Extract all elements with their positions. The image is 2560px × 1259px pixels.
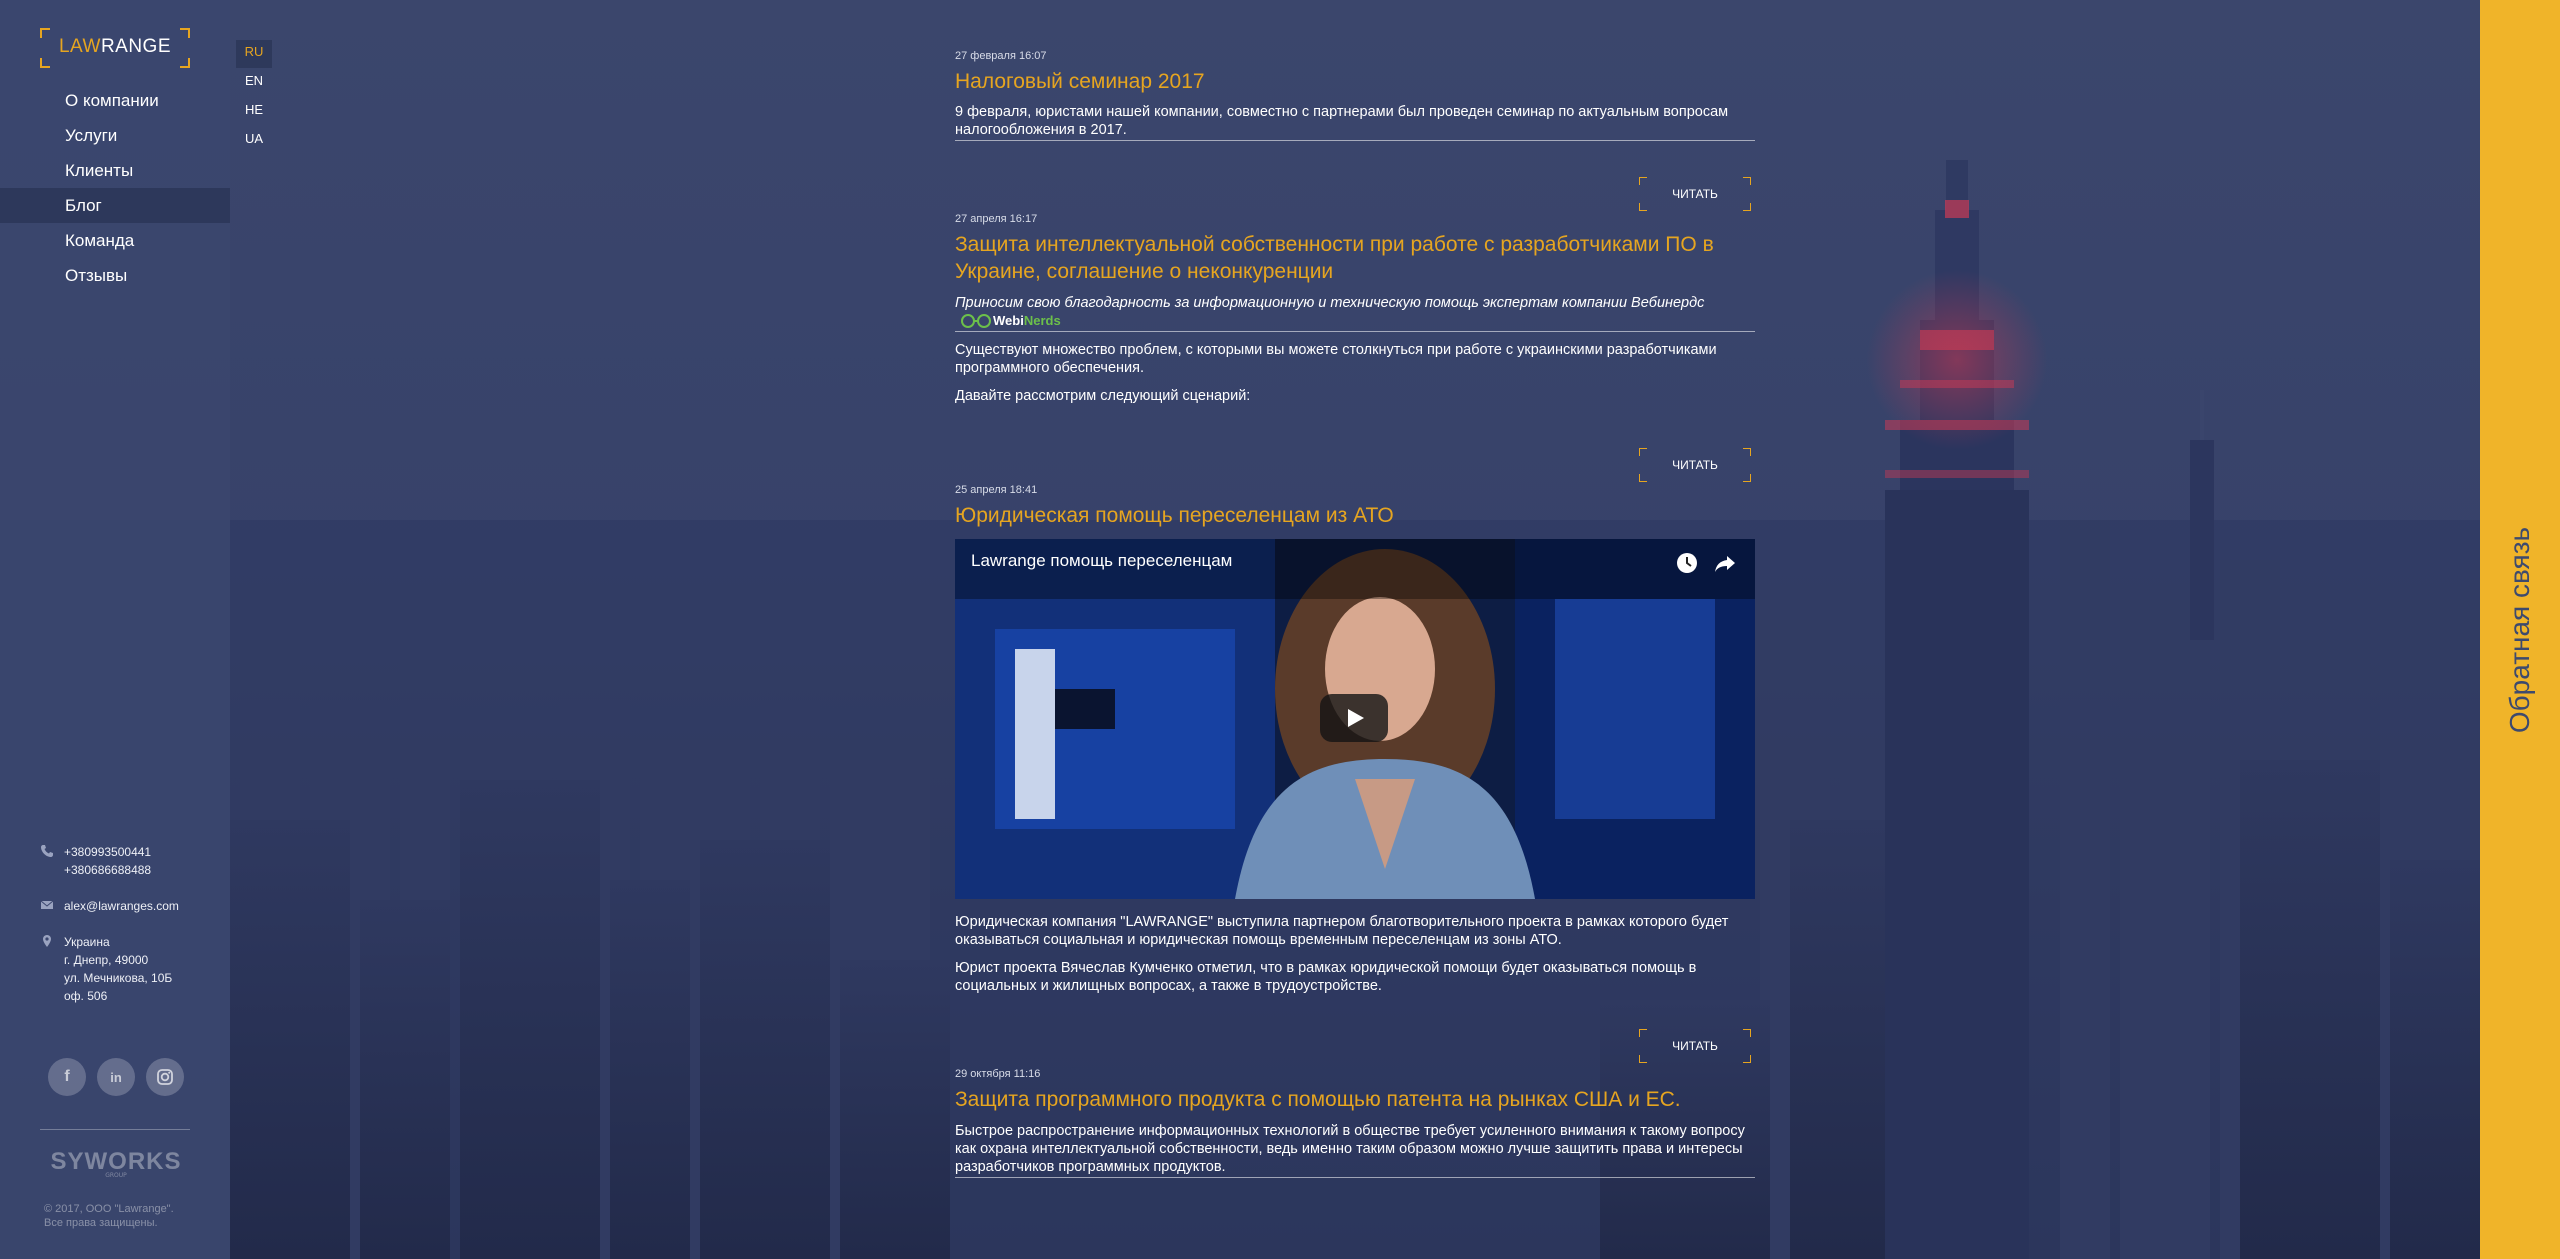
social-links: f in [48, 1058, 184, 1096]
logo[interactable]: LAWRANGE [40, 28, 190, 68]
post-date: 25 апреля 18:41 [955, 484, 1038, 496]
nav-item-services[interactable]: Услуги [0, 118, 230, 153]
contact-email: alex@lawranges.com [40, 897, 230, 915]
webinerds-glasses-icon [961, 314, 991, 329]
post-text: Юридическая компания "LAWRANGE" выступил… [955, 914, 1729, 948]
read-more-button[interactable]: ЧИТАТЬ [1639, 177, 1751, 211]
btn-corner [1743, 1029, 1751, 1037]
btn-corner [1639, 203, 1647, 211]
address-line: ул. Мечникова, 10Б [64, 971, 173, 985]
btn-corner [1743, 448, 1751, 456]
instagram-icon[interactable] [146, 1058, 184, 1096]
logo-corner [40, 58, 50, 68]
logo-range: RANGE [100, 36, 172, 57]
nav-item-about[interactable]: О компании [0, 83, 230, 118]
nav-item-blog[interactable]: Блог [0, 188, 230, 223]
syworks-sub: GROUP [105, 1172, 127, 1179]
play-button[interactable] [1320, 694, 1388, 742]
main-nav: О компании Услуги Клиенты Блог Команда О… [0, 83, 230, 293]
webinerds-logo[interactable]: Webi Nerds [959, 312, 1061, 330]
video-title[interactable]: Lawrange помощь переселенцам [971, 551, 1232, 571]
contact-address: Украина г. Днепр, 49000 ул. Мечникова, 1… [40, 933, 230, 1005]
contacts: +380993500441 +380686688488 alex@lawrang… [40, 843, 230, 1023]
phone-icon [41, 845, 53, 857]
copyright: © 2017, ООО "Lawrange". Все права защище… [44, 1202, 174, 1230]
btn-corner [1743, 203, 1751, 211]
linkedin-icon[interactable]: in [97, 1058, 135, 1096]
mail-icon [40, 900, 54, 909]
btn-corner [1639, 448, 1647, 456]
facebook-icon[interactable]: f [48, 1058, 86, 1096]
post-text: Быстрое распространение информационных т… [955, 1122, 1755, 1178]
blog-post: 25 апреля 18:41 Юридическая помощь перес… [955, 484, 1755, 1063]
post-title[interactable]: Юридическая помощь переселенцам из АТО [955, 502, 1755, 529]
btn-corner [1639, 177, 1647, 185]
email-link[interactable]: alex@lawranges.com [64, 897, 230, 915]
nav-item-reviews[interactable]: Отзывы [0, 258, 230, 293]
feedback-tab[interactable]: Обратная связь [2480, 0, 2560, 1259]
share-icon[interactable] [1711, 549, 1739, 577]
address-line: оф. 506 [64, 989, 108, 1003]
sidebar: LAWRANGE О компании Услуги Клиенты Блог … [0, 0, 230, 1259]
webinerds-a: Webi [993, 313, 1024, 329]
thanks-text: Приносим свою благодарность за информаци… [955, 295, 1705, 311]
copyright-line: © 2017, ООО "Lawrange". [44, 1203, 174, 1215]
post-text: Юрист проекта Вячеслав Кумченко отметил,… [955, 960, 1697, 994]
btn-corner [1743, 1055, 1751, 1063]
post-date: 27 апреля 16:17 [955, 213, 1038, 225]
read-more-label: ЧИТАТЬ [1672, 458, 1718, 472]
post-date: 27 февраля 16:07 [955, 50, 1047, 62]
feedback-label: Обратная связь [2504, 526, 2535, 734]
logo-law: LAW [58, 36, 101, 57]
nav-item-clients[interactable]: Клиенты [0, 153, 230, 188]
lang-ua[interactable]: UA [236, 127, 272, 155]
read-more-label: ЧИТАТЬ [1672, 1039, 1718, 1053]
btn-corner [1743, 177, 1751, 185]
lang-ru[interactable]: RU [236, 40, 272, 68]
video-player[interactable]: Lawrange помощь переселенцам [955, 539, 1755, 899]
blog-post: 27 февраля 16:07 Налоговый семинар 2017 … [955, 50, 1755, 211]
phone-1[interactable]: +380993500441 [64, 843, 230, 861]
address-line: Украина [64, 935, 110, 949]
read-more-label: ЧИТАТЬ [1672, 187, 1718, 201]
post-thanks: Приносим свою благодарность за информаци… [955, 294, 1755, 333]
post-date: 29 октября 11:16 [955, 1068, 1041, 1080]
btn-corner [1639, 1055, 1647, 1063]
btn-corner [1639, 474, 1647, 482]
instagram-glyph [157, 1069, 173, 1085]
contact-phones: +380993500441 +380686688488 [40, 843, 230, 879]
logo-text: LAWRANGE [40, 36, 190, 58]
lang-en[interactable]: EN [236, 69, 272, 97]
copyright-line: Все права защищены. [44, 1217, 158, 1229]
post-title[interactable]: Защита интеллектуальной собственности пр… [955, 231, 1755, 285]
webinerds-b: Nerds [1023, 313, 1061, 329]
lang-he[interactable]: HE [236, 98, 272, 126]
blog-post: 29 октября 11:16 Защита программного про… [955, 1068, 1755, 1178]
btn-corner [1743, 474, 1751, 482]
post-title[interactable]: Защита программного продукта с помощью п… [955, 1086, 1755, 1113]
language-switcher: RU EN HE UA [236, 40, 274, 156]
logo-corner [180, 58, 190, 68]
btn-corner [1639, 1029, 1647, 1037]
watch-later-icon[interactable] [1673, 549, 1701, 577]
blog-post: 27 апреля 16:17 Защита интеллектуальной … [955, 213, 1755, 482]
post-text: Существуют множество проблем, с которыми… [955, 342, 1717, 377]
nav-item-team[interactable]: Команда [0, 223, 230, 258]
address-line: г. Днепр, 49000 [64, 953, 149, 967]
read-more-button[interactable]: ЧИТАТЬ [1639, 448, 1751, 482]
phone-2[interactable]: +380686688488 [64, 861, 230, 879]
post-text: Давайте рассмотрим следующий сценарий: [955, 388, 1251, 405]
post-title[interactable]: Налоговый семинар 2017 [955, 68, 1755, 95]
read-more-button[interactable]: ЧИТАТЬ [1639, 1029, 1751, 1063]
location-pin-icon [43, 935, 51, 947]
post-text: 9 февраля, юристами нашей компании, совм… [955, 103, 1755, 141]
sidebar-divider [40, 1129, 190, 1130]
